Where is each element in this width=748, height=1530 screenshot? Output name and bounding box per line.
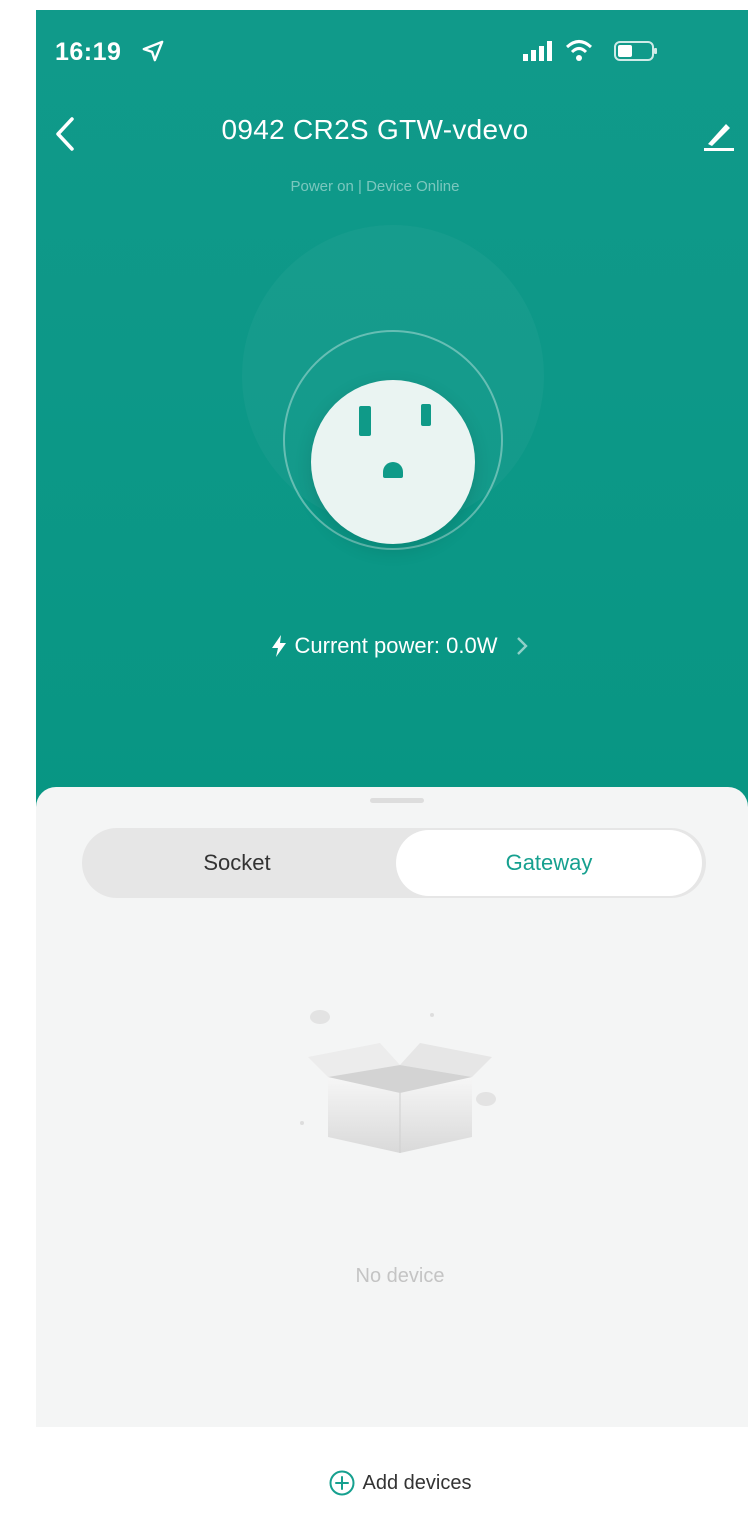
- socket-slot-left: [359, 406, 371, 436]
- chevron-left-icon[interactable]: [52, 116, 78, 152]
- plus-circle-icon: [329, 1470, 355, 1496]
- empty-state-text: No device: [355, 1265, 445, 1287]
- socket-slot-right: [421, 404, 431, 426]
- device-status-text: Power on | Device Online: [290, 178, 460, 195]
- wifi-icon: [565, 40, 593, 61]
- add-devices-label: Add devices: [362, 1471, 472, 1494]
- tab-gateway[interactable]: Gateway: [396, 830, 702, 896]
- pencil-icon[interactable]: [702, 118, 736, 152]
- battery-icon: [614, 41, 657, 61]
- current-power-row[interactable]: Current power: 0.0W: [200, 633, 600, 659]
- current-power-label: Current power: 0.0W: [294, 633, 498, 658]
- chevron-right-icon: [517, 637, 529, 655]
- app-screen: 16:19 0942 CR2S GTW-vdevo Power on | Dev…: [0, 0, 748, 1530]
- device-title: 0942 CR2S GTW-vdevo: [221, 114, 529, 145]
- signal-icon: [523, 41, 552, 61]
- power-socket-icon[interactable]: [311, 380, 475, 544]
- lightning-bolt-icon: [271, 635, 286, 657]
- tab-switcher: Socket Gateway: [82, 828, 706, 898]
- socket-ground-hole: [383, 462, 403, 478]
- empty-box-icon: [300, 1010, 496, 1153]
- location-arrow-icon: [142, 40, 164, 62]
- tab-socket[interactable]: Socket: [82, 828, 392, 898]
- sheet-drag-handle[interactable]: [370, 798, 424, 803]
- status-time: 16:19: [55, 38, 122, 66]
- add-devices-button[interactable]: Add devices: [250, 1470, 550, 1496]
